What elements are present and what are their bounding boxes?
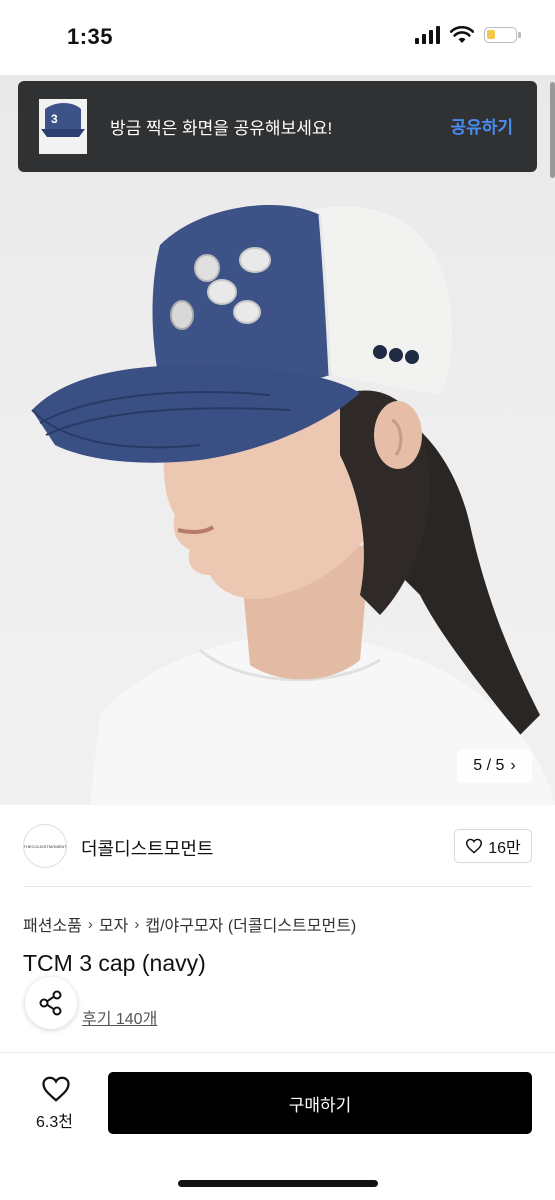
- battery-icon: [484, 27, 521, 43]
- product-image[interactable]: [0, 75, 555, 805]
- heart-icon: [466, 838, 483, 854]
- buy-button[interactable]: 구매하기: [108, 1072, 532, 1134]
- chevron-right-icon: ›: [134, 915, 140, 933]
- breadcrumb-item[interactable]: 모자: [99, 912, 128, 936]
- breadcrumb: 패션소품 › 모자 › 캡/야구모자 (더콜디스트모먼트): [23, 912, 356, 936]
- image-counter[interactable]: 5 / 5 ›: [457, 749, 532, 783]
- breadcrumb-item[interactable]: 패션소품: [23, 912, 82, 936]
- svg-text:3: 3: [51, 112, 58, 126]
- home-indicator[interactable]: [178, 1180, 378, 1187]
- share-banner-message: 방금 찍은 화면을 공유해보세요!: [110, 119, 333, 138]
- scrollbar[interactable]: [550, 82, 555, 178]
- share-circle-button[interactable]: [25, 977, 77, 1029]
- status-bar: 1:35: [0, 0, 555, 75]
- heart-icon[interactable]: [41, 1075, 71, 1103]
- chevron-right-icon: ›: [510, 757, 516, 774]
- model-wearing-cap-image: [31, 205, 555, 805]
- product-title: TCM 3 cap (navy): [23, 950, 206, 976]
- wifi-icon: [450, 26, 474, 43]
- status-icons: [415, 26, 521, 44]
- divider: [23, 886, 532, 887]
- like-button[interactable]: 16만: [454, 829, 532, 863]
- seller-logo[interactable]: THECOLDISTMOMENT: [23, 824, 67, 868]
- seller-logo-text: THECOLDISTMOMENT: [23, 843, 67, 849]
- share-button[interactable]: 공유하기: [450, 113, 513, 138]
- seller-row[interactable]: THECOLDISTMOMENT 더콜디스트모먼트 16만: [0, 805, 555, 887]
- screenshot-thumbnail: 3: [39, 99, 87, 154]
- breadcrumb-item[interactable]: 캡/야구모자 (더콜디스트모먼트): [145, 912, 356, 936]
- status-time: 1:35: [67, 24, 114, 49]
- image-counter-text: 5 / 5: [473, 757, 505, 774]
- like-count: 16만: [488, 840, 521, 857]
- share-icon: [39, 990, 62, 1016]
- chevron-right-icon: ›: [87, 915, 93, 933]
- reviews-link[interactable]: 후기 140개: [82, 1005, 157, 1029]
- share-banner: 3 방금 찍은 화면을 공유해보세요! 공유하기: [18, 81, 537, 172]
- cellular-signal-icon: [415, 26, 440, 44]
- wish-count: 6.3천: [36, 1114, 73, 1131]
- seller-name[interactable]: 더콜디스트모먼트: [81, 835, 213, 861]
